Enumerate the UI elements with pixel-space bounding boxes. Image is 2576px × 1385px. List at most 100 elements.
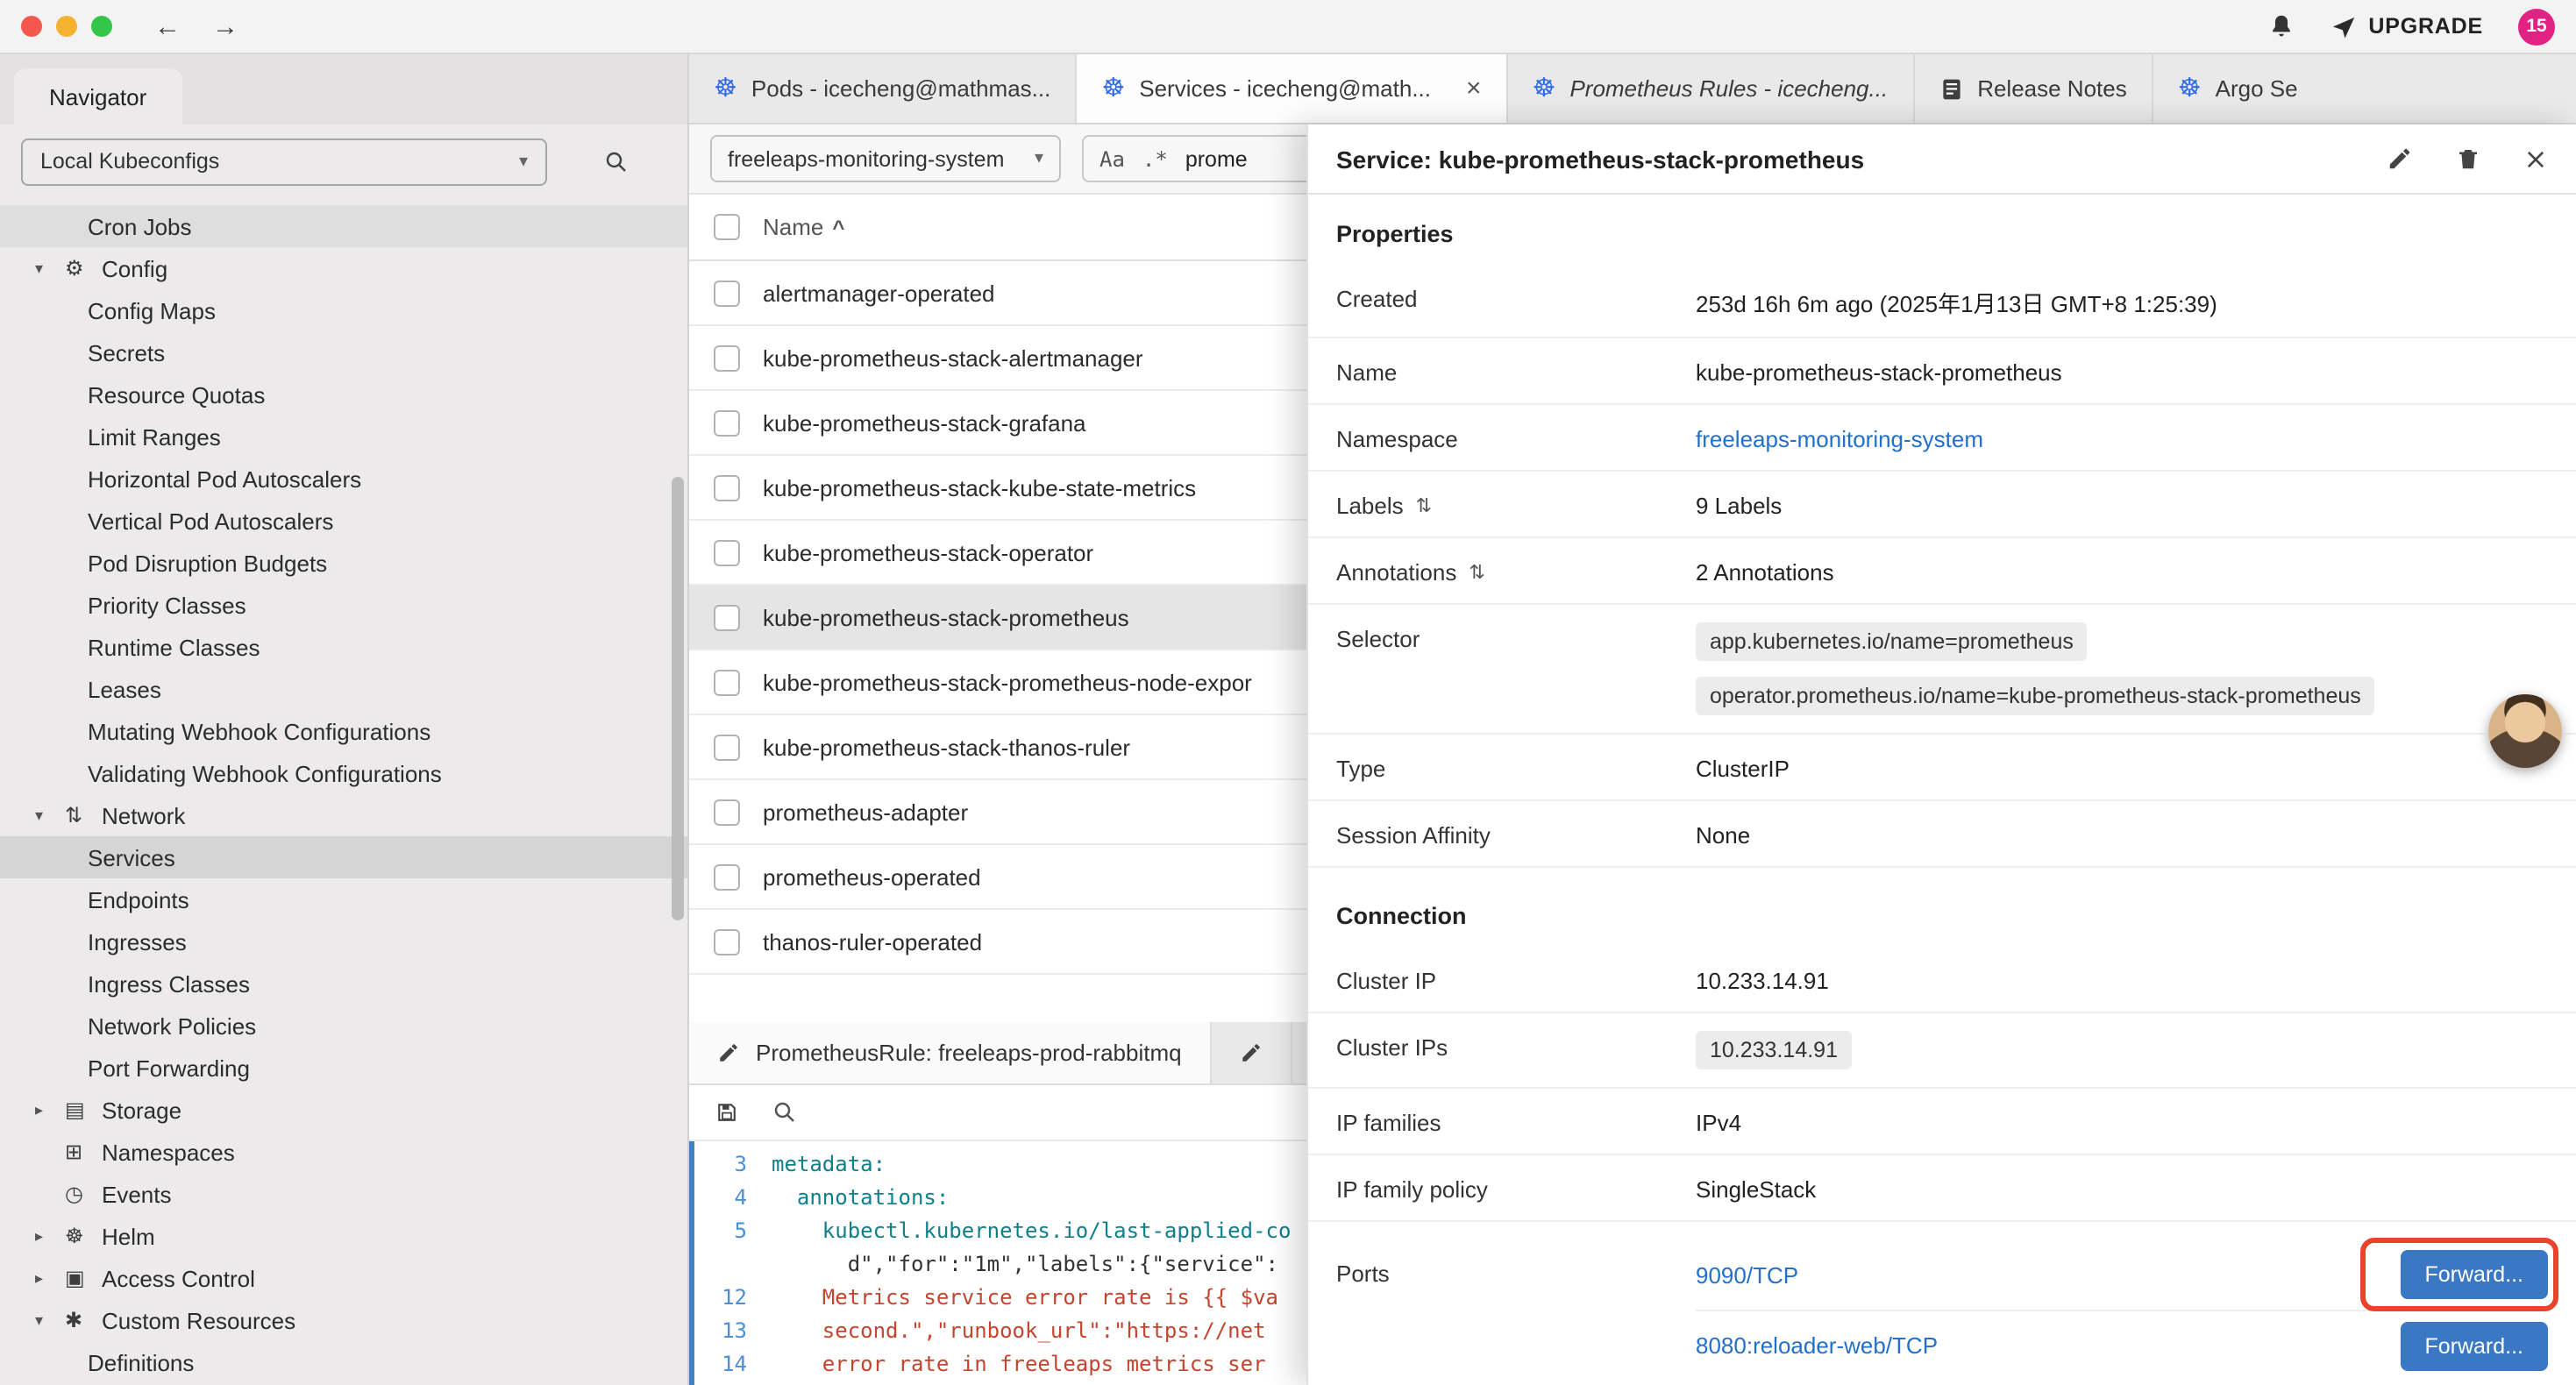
sidebar-item[interactable]: ▾ ⇅ Network — [0, 794, 687, 836]
expander-icon[interactable]: ▾ — [35, 1310, 65, 1330]
tab-services[interactable]: ☸ Services - icecheng@math... × — [1077, 54, 1507, 123]
sidebar-search-icon[interactable] — [603, 148, 630, 174]
editor-tab-prometheusrule[interactable]: PrometheusRule: freeleaps-prod-rabbitmq — [689, 1022, 1212, 1083]
kubeconfig-select[interactable]: Local Kubeconfigs ▾ — [21, 138, 547, 185]
sidebar-item[interactable]: ▾ ⚙ Config — [0, 247, 687, 289]
match-case-toggle[interactable]: Aa — [1099, 146, 1125, 171]
service-name: kube-prometheus-stack-thanos-ruler — [763, 734, 1130, 760]
name-column-header[interactable]: Name^ — [763, 214, 844, 240]
sidebar-item[interactable]: ▸ ☸ Helm — [0, 1215, 687, 1257]
property-value: 10.233.14.91 — [1696, 964, 1829, 994]
sidebar-item[interactable]: Cron Jobs — [0, 205, 687, 247]
property-row-type: Type ClusterIP — [1308, 735, 2576, 801]
sidebar-item-label: Secrets — [88, 339, 165, 366]
row-checkbox[interactable] — [714, 863, 740, 890]
forward-button[interactable]: Forward... — [2400, 1321, 2548, 1370]
tab-pods[interactable]: ☸ Pods - icecheng@mathmas... — [689, 54, 1077, 123]
sidebar-item[interactable]: Ingress Classes — [0, 962, 687, 1005]
sidebar-item[interactable]: Port Forwarding — [0, 1047, 687, 1089]
navigator-tab[interactable]: Navigator — [14, 68, 181, 124]
expander-icon[interactable]: ▸ — [35, 1226, 65, 1246]
zoom-window-button[interactable] — [91, 16, 112, 37]
expander-icon[interactable]: ▸ — [35, 1100, 65, 1119]
sidebar-item[interactable]: Mutating Webhook Configurations — [0, 710, 687, 752]
sidebar-item[interactable]: Runtime Classes — [0, 626, 687, 668]
namespace-select[interactable]: freeleaps-monitoring-system ▾ — [710, 135, 1061, 182]
search-query-text: prome — [1185, 146, 1248, 171]
property-row-session-affinity: Session Affinity None — [1308, 801, 2576, 868]
row-checkbox[interactable] — [714, 539, 740, 565]
property-label: Created — [1336, 282, 1696, 312]
row-checkbox[interactable] — [714, 799, 740, 825]
editor-tab-label: PrometheusRule: freeleaps-prod-rabbitmq — [756, 1040, 1182, 1066]
sidebar-item[interactable]: Validating Webhook Configurations — [0, 752, 687, 794]
row-checkbox[interactable] — [714, 669, 740, 695]
notification-badge[interactable]: 15 — [2518, 8, 2555, 45]
tab-prometheus-rules[interactable]: ☸ Prometheus Rules - icecheng... — [1508, 54, 1915, 123]
sidebar-item[interactable]: Horizontal Pod Autoscalers — [0, 458, 687, 500]
sidebar-item[interactable]: ◷ Events — [0, 1173, 687, 1215]
row-checkbox[interactable] — [714, 734, 740, 760]
close-icon[interactable] — [2523, 146, 2548, 171]
row-checkbox[interactable] — [714, 604, 740, 630]
sidebar-item[interactable]: Leases — [0, 668, 687, 710]
expander-icon[interactable]: ▸ — [35, 1268, 65, 1288]
service-name: thanos-ruler-operated — [763, 928, 982, 955]
namespace-link[interactable]: freeleaps-monitoring-system — [1696, 423, 1983, 452]
sidebar-item[interactable]: Ingresses — [0, 920, 687, 962]
sidebar-item[interactable]: ▸ ▤ Storage — [0, 1089, 687, 1131]
select-all-checkbox[interactable] — [714, 214, 740, 240]
row-checkbox[interactable] — [714, 344, 740, 371]
sidebar-item[interactable]: ▸ ▣ Access Control — [0, 1257, 687, 1299]
notifications-bell-icon[interactable] — [2266, 12, 2295, 40]
row-checkbox[interactable] — [714, 474, 740, 501]
port-link[interactable]: 8080:reloader-web/TCP — [1696, 1332, 1938, 1359]
sidebar-item[interactable]: Services — [0, 836, 687, 878]
delete-icon[interactable] — [2455, 146, 2481, 172]
editor-line-text: d","for":"1m","labels":{"service": — [772, 1248, 1278, 1282]
editor-search-icon[interactable] — [772, 1099, 798, 1126]
save-icon[interactable] — [714, 1099, 740, 1126]
tab-argo[interactable]: ☸ Argo Se — [2153, 54, 2576, 123]
sidebar-item[interactable]: Secrets — [0, 331, 687, 373]
sidebar-item[interactable]: Endpoints — [0, 878, 687, 920]
sidebar-item-label: Storage — [102, 1097, 181, 1123]
expander-icon[interactable]: ▾ — [35, 259, 65, 278]
row-checkbox[interactable] — [714, 928, 740, 955]
regex-toggle[interactable]: .* — [1142, 146, 1168, 171]
sort-toggle-icon[interactable]: ⇅ — [1469, 561, 1484, 584]
sort-toggle-icon[interactable]: ⇅ — [1416, 494, 1432, 517]
kubernetes-icon: ☸ — [2178, 75, 2202, 102]
port-link[interactable]: 9090/TCP — [1696, 1261, 1798, 1288]
property-label: Ports — [1336, 1239, 1696, 1287]
sidebar-scrollbar[interactable] — [672, 477, 684, 920]
property-label: Cluster IPs — [1336, 1031, 1696, 1061]
close-tab-icon[interactable]: × — [1466, 75, 1482, 102]
sidebar-item[interactable]: Pod Disruption Budgets — [0, 542, 687, 584]
close-window-button[interactable] — [21, 16, 42, 37]
expander-icon[interactable]: ▾ — [35, 806, 65, 825]
sidebar-item[interactable]: Definitions — [0, 1341, 687, 1383]
sidebar-item[interactable]: Vertical Pod Autoscalers — [0, 500, 687, 542]
sidebar-item-label: Ingress Classes — [88, 970, 250, 997]
forward-button[interactable]: Forward... — [2400, 1250, 2548, 1299]
back-button[interactable]: ← — [154, 11, 181, 41]
editor-tab-stub[interactable] — [1212, 1022, 1292, 1083]
sidebar-item[interactable]: Config Maps — [0, 289, 687, 331]
kubernetes-icon: ☸ — [714, 75, 737, 102]
tab-release-notes[interactable]: Release Notes — [1914, 54, 2153, 123]
selector-chip: operator.prometheus.io/name=kube-prometh… — [1696, 677, 2375, 715]
sidebar-item[interactable]: ⊞ Namespaces — [0, 1131, 687, 1173]
upgrade-button[interactable]: UPGRADE — [2330, 13, 2483, 39]
sidebar-item[interactable]: Network Policies — [0, 1005, 687, 1047]
line-number: 3 — [694, 1148, 772, 1182]
edit-icon[interactable] — [2387, 146, 2413, 172]
minimize-window-button[interactable] — [56, 16, 77, 37]
forward-button[interactable]: → — [212, 11, 238, 41]
row-checkbox[interactable] — [714, 409, 740, 436]
sidebar-item[interactable]: Priority Classes — [0, 584, 687, 626]
sidebar-item[interactable]: Resource Quotas — [0, 373, 687, 416]
sidebar-item[interactable]: ▾ ✱ Custom Resources — [0, 1299, 687, 1341]
sidebar-item[interactable]: Limit Ranges — [0, 416, 687, 458]
row-checkbox[interactable] — [714, 280, 740, 306]
